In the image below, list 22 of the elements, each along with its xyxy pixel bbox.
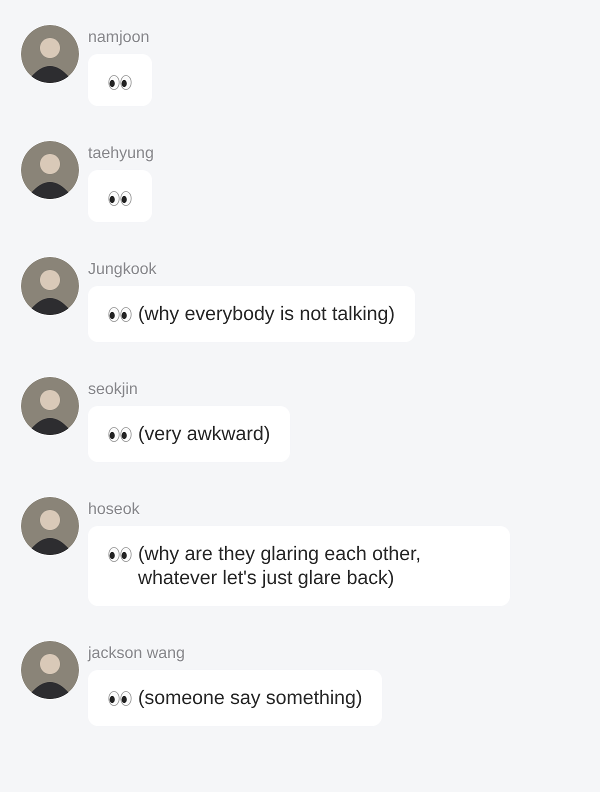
sender-name: hoseok (88, 500, 140, 520)
sender-name: jackson wang (88, 644, 185, 664)
eyes-icon (108, 547, 132, 562)
message-text: (very awkward) (138, 422, 270, 446)
sender-name: Jungkook (88, 260, 156, 280)
eyes-icon (108, 427, 132, 442)
message-text: (why are they glaring each other, whatever let's just glare back) (138, 542, 422, 590)
eyes-icon (108, 307, 132, 322)
avatar (21, 25, 79, 83)
avatar (21, 141, 79, 199)
avatar (21, 497, 79, 555)
avatar (21, 257, 79, 315)
sender-name: namjoon (88, 28, 150, 48)
message-text: (someone say something) (138, 686, 362, 710)
sender-name: taehyung (88, 144, 154, 164)
eyes-icon (108, 691, 132, 706)
eyes-icon (108, 75, 132, 90)
avatar (21, 377, 79, 435)
eyes-icon (108, 191, 132, 206)
avatar (21, 641, 79, 699)
message-text: (why everybody is not talking) (138, 302, 395, 326)
sender-name: seokjin (88, 380, 138, 400)
